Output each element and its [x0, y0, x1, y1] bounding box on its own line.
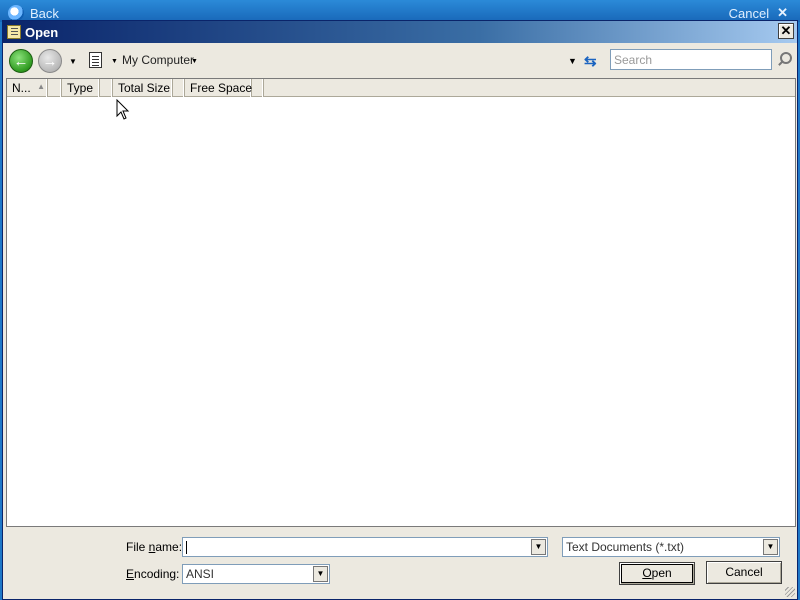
encoding-select[interactable]: ANSI ▼	[182, 564, 330, 584]
toolbar: ← → ▼ ▼ My Computer ▼ ▼ ⇆ Search	[3, 43, 797, 77]
file-name-dropdown-icon[interactable]: ▼	[531, 539, 546, 555]
file-name-label-prefix: File	[126, 540, 149, 554]
search-icon[interactable]	[777, 52, 792, 66]
column-header-blank[interactable]	[100, 79, 113, 97]
column-header-total-size[interactable]: Total Size	[113, 79, 173, 97]
file-list[interactable]: N... ▲ Type Total Size Free Space	[6, 78, 796, 527]
encoding-value: ANSI	[186, 567, 215, 581]
browser-icon	[8, 5, 24, 21]
column-header-free-space[interactable]: Free Space	[185, 79, 252, 97]
open-button-hotkey: O	[642, 566, 652, 580]
forward-button[interactable]: →	[38, 49, 62, 73]
encoding-dropdown-icon[interactable]: ▼	[313, 566, 328, 582]
arrow-right-icon: →	[42, 52, 58, 70]
history-dropdown-icon[interactable]: ▼	[69, 57, 77, 66]
column-header-type[interactable]: Type	[62, 79, 100, 97]
background-app-bar: Back Cancel ✕	[0, 0, 800, 22]
file-name-label-suffix: ame:	[155, 540, 183, 554]
notepad-icon	[7, 25, 21, 39]
encoding-label-hotkey: E	[126, 567, 135, 581]
arrow-left-icon: ←	[13, 52, 29, 70]
encoding-label: Encoding:	[126, 567, 179, 581]
background-cancel-button[interactable]: Cancel ✕	[729, 5, 788, 21]
breadcrumb-dropdown-icon[interactable]: ▼	[191, 58, 198, 65]
column-header-blank[interactable]	[48, 79, 62, 97]
column-header-blank[interactable]	[252, 79, 264, 97]
location-icon	[89, 52, 102, 68]
background-cancel-label: Cancel	[728, 5, 770, 21]
address-dropdown-icon[interactable]: ▼	[568, 56, 577, 66]
cancel-button[interactable]: Cancel	[706, 561, 782, 584]
column-headers: N... ▲ Type Total Size Free Space	[7, 79, 795, 97]
background-back-label: Back	[30, 5, 59, 21]
breadcrumb-root-dropdown-icon[interactable]: ▼	[111, 58, 118, 65]
encoding-label-suffix: ncoding:	[134, 567, 180, 581]
dialog-titlebar[interactable]: Open ✕	[3, 21, 797, 43]
breadcrumb-my-computer[interactable]: My Computer	[122, 53, 194, 67]
text-caret	[186, 541, 187, 555]
mouse-cursor-icon	[116, 98, 130, 121]
close-button[interactable]: ✕	[778, 23, 794, 39]
file-type-dropdown-icon[interactable]: ▼	[763, 539, 778, 555]
file-type-value: Text Documents (*.txt)	[566, 540, 685, 554]
column-header-name-label: N...	[12, 81, 31, 95]
open-button-label: pen	[651, 566, 672, 580]
refresh-icon[interactable]: ⇆	[584, 52, 597, 70]
dialog-title: Open	[25, 24, 59, 40]
resize-grip[interactable]	[785, 587, 795, 597]
file-name-label: File name:	[126, 540, 182, 554]
column-header-blank[interactable]	[173, 79, 185, 97]
open-button[interactable]: Open	[619, 562, 695, 585]
search-input[interactable]: Search	[610, 49, 772, 70]
background-close-icon[interactable]: ✕	[777, 5, 788, 21]
file-name-field[interactable]: ▼	[182, 537, 548, 557]
column-header-name[interactable]: N... ▲	[7, 79, 48, 97]
sort-ascending-icon: ▲	[37, 82, 45, 91]
background-back-button[interactable]: Back	[8, 5, 59, 21]
back-button[interactable]: ←	[9, 49, 33, 73]
file-type-select[interactable]: Text Documents (*.txt) ▼	[562, 537, 780, 557]
